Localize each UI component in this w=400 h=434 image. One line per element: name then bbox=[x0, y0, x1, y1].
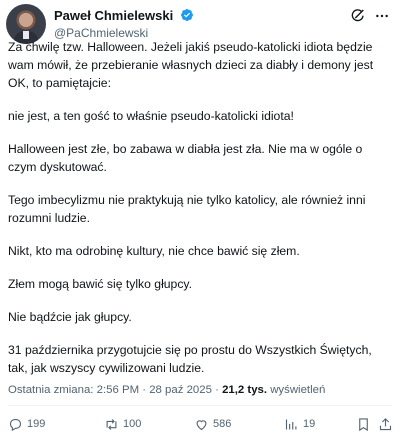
action-bar: 199 100 586 19 bbox=[8, 416, 392, 432]
author-display-name[interactable]: Paweł Chmielewski bbox=[54, 8, 173, 24]
tweet-paragraph: nie jest, a ten gość to właśnie pseudo-k… bbox=[8, 109, 294, 123]
repost-icon bbox=[106, 418, 117, 430]
tweet-date[interactable]: 28 paź 2025 bbox=[149, 384, 212, 396]
repost-count: 100 bbox=[123, 418, 142, 430]
tweet-paragraph: Nikt, kto ma odrobinę kultury, nie chce … bbox=[8, 244, 300, 258]
edited-label[interactable]: Ostatnia zmiana: bbox=[8, 384, 93, 396]
meta-separator: · bbox=[215, 384, 219, 396]
bookmark-count: 19 bbox=[303, 418, 316, 430]
like-button[interactable]: 586 bbox=[194, 416, 231, 432]
bookmark-button[interactable] bbox=[356, 416, 371, 432]
tweet-time[interactable]: 2:56 PM bbox=[97, 384, 139, 396]
tweet: Paweł Chmielewski @PaChmielewski Za chwi… bbox=[0, 0, 400, 434]
views-icon bbox=[285, 419, 297, 429]
like-icon bbox=[196, 419, 207, 430]
bookmark-icon bbox=[359, 417, 368, 431]
author-names: Paweł Chmielewski @PaChmielewski bbox=[54, 7, 194, 41]
reply-count: 199 bbox=[27, 418, 46, 430]
share-button[interactable] bbox=[378, 416, 393, 432]
tweet-meta: Ostatnia zmiana: 2:56 PM · 28 paź 2025 ·… bbox=[8, 384, 325, 396]
grok-icon[interactable] bbox=[350, 8, 366, 24]
like-count: 586 bbox=[213, 418, 232, 430]
repost-button[interactable]: 100 bbox=[104, 416, 141, 432]
more-options-icon[interactable] bbox=[374, 8, 390, 24]
reply-icon bbox=[9, 418, 22, 431]
tweet-paragraph: Za chwilę tzw. Halloween. Jeżeli jakiś p… bbox=[8, 40, 374, 90]
tweet-paragraph: Tego imbecylizmu nie praktykują nie tylk… bbox=[8, 193, 366, 225]
tweet-paragraph: 31 października przygotujcie się po pros… bbox=[8, 343, 372, 375]
views-button[interactable]: 19 bbox=[284, 416, 315, 432]
share-icon bbox=[379, 417, 392, 430]
verified-badge-icon bbox=[180, 9, 193, 21]
meta-separator: · bbox=[142, 384, 147, 396]
tweet-paragraph: Halloween jest złe, bo zabawa w diabła j… bbox=[8, 142, 363, 174]
views-count: 21,2 tys. bbox=[222, 384, 268, 396]
tweet-paragraph: Złem mogą bawić się tylko głupcy. bbox=[8, 277, 193, 291]
reply-button[interactable]: 199 bbox=[8, 416, 45, 432]
views-label: wyświetleń bbox=[270, 384, 326, 396]
divider bbox=[8, 405, 392, 406]
tweet-paragraph: Nie bądźcie jak głupcy. bbox=[8, 310, 132, 324]
tweet-text: Za chwilę tzw. Halloween. Jeżeli jakiś p… bbox=[8, 38, 392, 392]
